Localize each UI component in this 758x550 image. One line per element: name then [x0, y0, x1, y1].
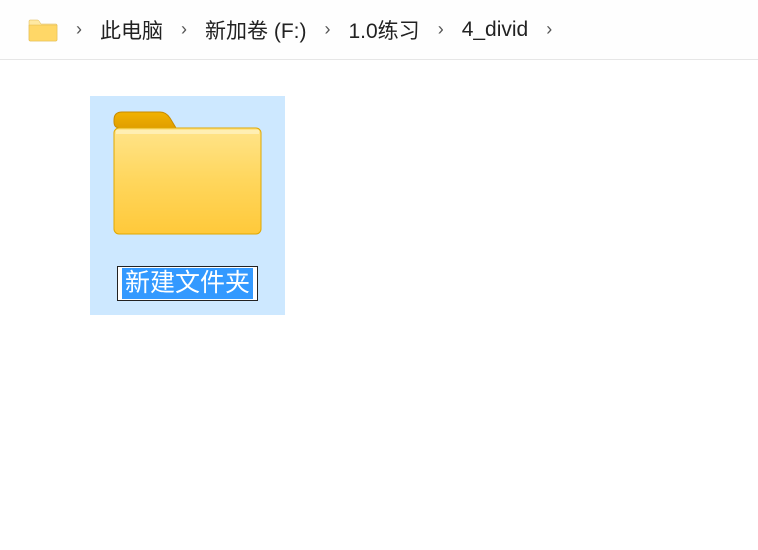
breadcrumb-item-this-pc[interactable]: 此电脑	[94, 11, 169, 49]
folder-icon	[110, 108, 265, 238]
chevron-right-icon[interactable]: ›	[68, 19, 90, 40]
file-grid[interactable]: 新建文件夹	[0, 60, 758, 315]
breadcrumb-item-folder-2[interactable]: 4_divid	[456, 14, 535, 46]
chevron-right-icon[interactable]: ›	[316, 19, 338, 40]
breadcrumb-item-drive[interactable]: 新加卷 (F:)	[199, 11, 312, 49]
folder-icon[interactable]	[28, 18, 58, 42]
chevron-right-icon[interactable]: ›	[430, 19, 452, 40]
folder-name-input[interactable]: 新建文件夹	[117, 266, 258, 301]
chevron-right-icon[interactable]: ›	[173, 19, 195, 40]
breadcrumb-item-folder-1[interactable]: 1.0练习	[342, 11, 425, 49]
chevron-right-icon[interactable]: ›	[538, 19, 560, 40]
folder-item[interactable]: 新建文件夹	[90, 96, 285, 315]
breadcrumb[interactable]: › 此电脑 › 新加卷 (F:) › 1.0练习 › 4_divid ›	[0, 0, 758, 60]
folder-name-text[interactable]: 新建文件夹	[122, 268, 253, 299]
